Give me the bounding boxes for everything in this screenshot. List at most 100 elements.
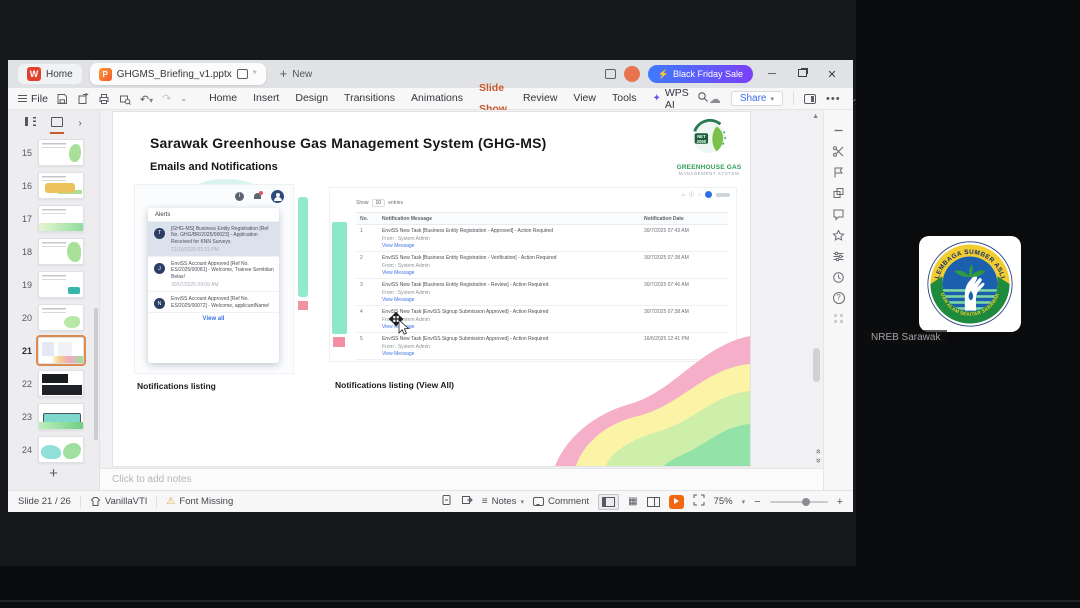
- menu-review[interactable]: Review: [515, 88, 565, 109]
- page-setup-icon[interactable]: [441, 494, 452, 509]
- row-from: From : System Admin: [382, 262, 430, 269]
- notes-toggle-button[interactable]: ≡ Notes ▾: [482, 496, 524, 507]
- table-header-row: No. Notification Message Notification Da…: [356, 212, 728, 225]
- cloud-sync-icon[interactable]: ☁: [709, 92, 721, 106]
- row-from: From : System Admin: [382, 289, 430, 296]
- expand-panel-button[interactable]: ›: [77, 116, 82, 131]
- font-missing-warning[interactable]: ⚠ Font Missing: [166, 496, 233, 507]
- menu-home[interactable]: Home: [201, 88, 245, 109]
- outline-view-button[interactable]: [24, 115, 37, 131]
- theme-name: VanillaVTI: [104, 496, 148, 507]
- search-button[interactable]: [697, 90, 709, 108]
- customize-toolbar-chevron[interactable]: ⌄: [180, 94, 187, 103]
- slide-sorter-view-button[interactable]: ▦: [628, 496, 637, 507]
- canvas-scrollbar-thumb[interactable]: [813, 348, 820, 382]
- save-button[interactable]: [56, 93, 68, 105]
- menu-transitions[interactable]: Transitions: [336, 88, 403, 109]
- slide-thumbnail-23[interactable]: 23: [8, 400, 99, 433]
- menu-view[interactable]: View: [565, 88, 604, 109]
- slide-view-button[interactable]: [50, 115, 65, 134]
- zoom-in-button[interactable]: +: [837, 496, 843, 508]
- row-from: From : System Admin: [382, 235, 430, 242]
- slide-number: 21: [21, 345, 32, 356]
- apps-grid-icon[interactable]: [832, 312, 845, 325]
- row-no: 1: [360, 228, 363, 234]
- menu-animations[interactable]: Animations: [403, 88, 471, 109]
- menu-insert[interactable]: Insert: [245, 88, 287, 109]
- ghgms-logo: NET 2050 GREENHOUSE GAS MANAGEMENT SYSTE…: [675, 118, 743, 176]
- view-message-link: View Message: [382, 324, 415, 330]
- slide-thumbnail-22[interactable]: 22: [8, 367, 99, 400]
- ai-sparkle-icon: ✦: [652, 93, 661, 104]
- cut-tools-icon[interactable]: [832, 145, 845, 158]
- slide-canvas[interactable]: Sarawak Greenhouse Gas Management System…: [100, 110, 824, 468]
- shapes-icon[interactable]: [832, 187, 845, 200]
- collapse-ribbon-button[interactable]: ⌄: [851, 94, 858, 103]
- reading-view-button[interactable]: [646, 496, 660, 507]
- thumbnail-image: [38, 403, 84, 430]
- theme-icon: [90, 497, 101, 506]
- slide-thumbnail-16[interactable]: 16: [8, 169, 99, 202]
- slide-thumbnail-21-selected[interactable]: 21: [8, 334, 99, 367]
- help-icon[interactable]: ?: [832, 292, 845, 304]
- next-slide-button[interactable]: »: [814, 458, 824, 463]
- thumbnail-image: [38, 238, 84, 265]
- print-preview-button[interactable]: [119, 93, 131, 105]
- fit-screen-icon[interactable]: [693, 494, 705, 509]
- theme-button[interactable]: VanillaVTI: [90, 496, 148, 507]
- theme-flag-icon[interactable]: [832, 166, 845, 179]
- workspace-preview-icon[interactable]: [604, 69, 616, 79]
- share-label: Share: [739, 93, 767, 104]
- wps-ai-button[interactable]: ✦ WPS AI: [645, 87, 697, 111]
- favorites-star-icon[interactable]: [832, 229, 845, 242]
- wps-presentation-window: W Home P GHGMS_Briefing_v1.pptx * + New …: [8, 60, 857, 512]
- comment-pane-icon[interactable]: [832, 208, 845, 221]
- participant-logo-card: LEMBAGA SUMBER ASLI DAN ALAM SEKITAR SAR…: [919, 236, 1021, 332]
- pink-block-decoration: [298, 301, 308, 310]
- zoom-out-button[interactable]: −: [754, 496, 760, 508]
- task-pane-toggle-icon[interactable]: [804, 93, 817, 104]
- comment-button[interactable]: Comment: [532, 496, 589, 507]
- row-no: 3: [360, 282, 363, 288]
- file-menu-button[interactable]: File: [18, 93, 48, 105]
- zoom-level[interactable]: 75%: [714, 496, 733, 507]
- slide-page[interactable]: Sarawak Greenhouse Gas Management System…: [113, 112, 750, 466]
- slide-thumbnail-19[interactable]: 19: [8, 268, 99, 301]
- close-button[interactable]: ✕: [821, 68, 843, 81]
- restore-button[interactable]: [791, 68, 813, 80]
- participant-video-tile[interactable]: LEMBAGA SUMBER ASLI DAN ALAM SEKITAR SAR…: [862, 228, 1028, 346]
- tab-home[interactable]: W Home: [18, 64, 82, 84]
- ghgms-globe-icon: NET 2050: [692, 118, 727, 154]
- redo-button[interactable]: ↷: [162, 92, 171, 105]
- minimize-button[interactable]: ─: [761, 68, 783, 80]
- notes-bar[interactable]: Click to add notes: [100, 468, 823, 490]
- zoom-slider[interactable]: [769, 497, 828, 506]
- add-slide-button[interactable]: +: [49, 465, 58, 482]
- row-date: 30/7/2025 07:46 AM: [644, 282, 689, 288]
- undo-button[interactable]: ↶▾: [140, 90, 153, 108]
- share-button[interactable]: Share ▾: [730, 91, 784, 106]
- settings-sliders-icon[interactable]: [832, 250, 845, 263]
- meeting-bottom-edge: [0, 600, 1080, 602]
- slide-thumbnail-20[interactable]: 20: [8, 301, 99, 334]
- slideshow-play-button[interactable]: [668, 494, 684, 509]
- zoom-dropdown-icon[interactable]: ▾: [742, 498, 746, 506]
- logo-name-text: GREENHOUSE GAS: [676, 164, 742, 171]
- history-clock-icon[interactable]: [832, 271, 845, 284]
- thumbnail-scrollbar[interactable]: [94, 308, 98, 440]
- slide-thumbnail-24[interactable]: 24: [8, 433, 99, 466]
- more-options-button[interactable]: •••: [826, 93, 841, 105]
- slide-thumbnail-17[interactable]: 17: [8, 202, 99, 235]
- previous-slide-button[interactable]: «: [814, 449, 824, 454]
- slide-thumbnail-18[interactable]: 18: [8, 235, 99, 268]
- print-button[interactable]: [98, 93, 110, 105]
- export-slide-icon[interactable]: [461, 494, 473, 509]
- hide-panel-button[interactable]: [832, 124, 845, 137]
- normal-view-button-active[interactable]: [598, 493, 620, 510]
- menu-tools[interactable]: Tools: [604, 88, 645, 109]
- export-button[interactable]: [77, 92, 89, 105]
- canvas-scroll-up-button[interactable]: ▲: [812, 113, 819, 120]
- menu-design[interactable]: Design: [287, 88, 336, 109]
- thumbnail-image: [36, 335, 86, 366]
- slide-thumbnail-15[interactable]: 15: [8, 136, 99, 169]
